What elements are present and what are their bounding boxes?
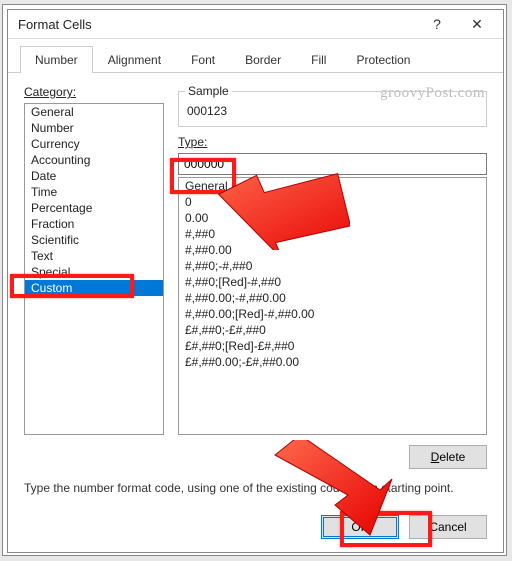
format-item[interactable]: #,##0 bbox=[179, 226, 486, 242]
tab-number[interactable]: Number bbox=[20, 46, 93, 73]
hint-text: Type the number format code, using one o… bbox=[24, 481, 487, 495]
close-icon[interactable]: ✕ bbox=[457, 10, 497, 38]
format-item[interactable]: #,##0.00;-#,##0.00 bbox=[179, 290, 486, 306]
title-bar: Format Cells ? ✕ bbox=[8, 10, 503, 39]
category-item-date[interactable]: Date bbox=[25, 168, 163, 184]
dialog-body: groovyPost.com Category: GeneralNumberCu… bbox=[8, 73, 503, 505]
category-item-accounting[interactable]: Accounting bbox=[25, 152, 163, 168]
format-item[interactable]: #,##0;-#,##0 bbox=[179, 258, 486, 274]
sample-box: Sample 000123 bbox=[178, 91, 487, 127]
tab-border[interactable]: Border bbox=[230, 46, 296, 73]
help-icon[interactable]: ? bbox=[417, 10, 457, 38]
category-item-general[interactable]: General bbox=[25, 104, 163, 120]
right-column: Sample 000123 Type: General00.00#,##0#,#… bbox=[178, 85, 487, 435]
format-item[interactable]: 0.00 bbox=[179, 210, 486, 226]
format-cells-dialog: Format Cells ? ✕ Number Alignment Font B… bbox=[7, 9, 504, 553]
format-list[interactable]: General00.00#,##0#,##0.00#,##0;-#,##0#,#… bbox=[178, 177, 487, 435]
tab-bar: Number Alignment Font Border Fill Protec… bbox=[8, 39, 503, 73]
delete-row: Delete bbox=[24, 445, 487, 469]
dialog-footer: OK Cancel bbox=[8, 505, 503, 553]
tab-protection[interactable]: Protection bbox=[341, 46, 425, 73]
category-item-fraction[interactable]: Fraction bbox=[25, 216, 163, 232]
format-item[interactable]: £#,##0.00;-£#,##0.00 bbox=[179, 354, 486, 370]
type-label: Type: bbox=[178, 135, 487, 149]
columns: Category: GeneralNumberCurrencyAccountin… bbox=[24, 85, 487, 435]
category-item-time[interactable]: Time bbox=[25, 184, 163, 200]
sample-value: 000123 bbox=[187, 98, 478, 118]
format-item[interactable]: 0 bbox=[179, 194, 486, 210]
dialog-title: Format Cells bbox=[18, 17, 417, 32]
category-item-text[interactable]: Text bbox=[25, 248, 163, 264]
category-item-percentage[interactable]: Percentage bbox=[25, 200, 163, 216]
format-item[interactable]: £#,##0;-£#,##0 bbox=[179, 322, 486, 338]
type-input[interactable] bbox=[178, 153, 487, 175]
category-item-custom[interactable]: Custom bbox=[25, 280, 163, 296]
screenshot-frame: Format Cells ? ✕ Number Alignment Font B… bbox=[2, 4, 507, 556]
format-item[interactable]: General bbox=[179, 178, 486, 194]
category-item-currency[interactable]: Currency bbox=[25, 136, 163, 152]
category-list[interactable]: GeneralNumberCurrencyAccountingDateTimeP… bbox=[24, 103, 164, 435]
category-item-special[interactable]: Special bbox=[25, 264, 163, 280]
format-item[interactable]: #,##0;[Red]-#,##0 bbox=[179, 274, 486, 290]
ok-button[interactable]: OK bbox=[321, 515, 399, 539]
cancel-button[interactable]: Cancel bbox=[409, 515, 487, 539]
format-item[interactable]: #,##0.00 bbox=[179, 242, 486, 258]
delete-button[interactable]: Delete bbox=[409, 445, 487, 469]
category-column: Category: GeneralNumberCurrencyAccountin… bbox=[24, 85, 164, 435]
category-item-number[interactable]: Number bbox=[25, 120, 163, 136]
tab-fill[interactable]: Fill bbox=[296, 46, 341, 73]
category-item-scientific[interactable]: Scientific bbox=[25, 232, 163, 248]
sample-label: Sample bbox=[185, 84, 232, 98]
category-label: Category: bbox=[24, 85, 164, 99]
format-item[interactable]: £#,##0;[Red]-£#,##0 bbox=[179, 338, 486, 354]
format-item[interactable]: #,##0.00;[Red]-#,##0.00 bbox=[179, 306, 486, 322]
tab-alignment[interactable]: Alignment bbox=[93, 46, 176, 73]
tab-font[interactable]: Font bbox=[176, 46, 230, 73]
